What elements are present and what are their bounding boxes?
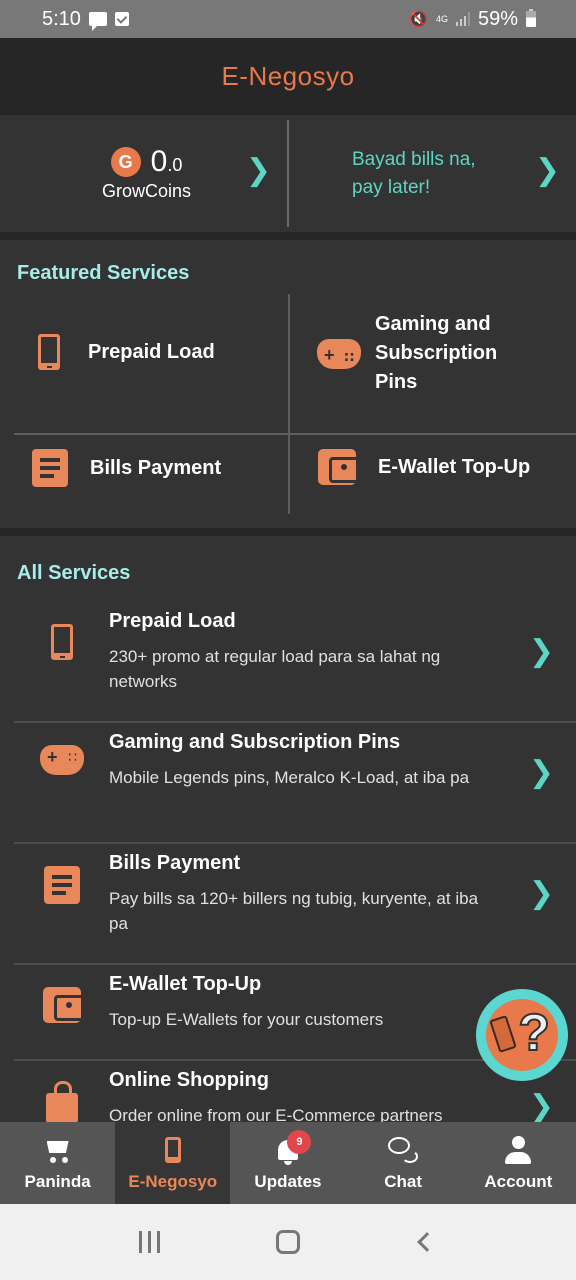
divider	[14, 433, 576, 435]
gamepad-icon	[40, 745, 84, 775]
featured-item-label: Bills Payment	[90, 456, 222, 479]
vibrate-mute-icon: 🔇	[409, 11, 428, 28]
service-item-prepaid-load[interactable]: Prepaid Load 230+ promo at regular load …	[14, 602, 576, 723]
battery-icon	[526, 9, 536, 27]
bottom-navigation: Paninda E-Negosyo 9 Updates Chat Account	[0, 1122, 576, 1204]
nav-tab-paninda[interactable]: Paninda	[0, 1122, 115, 1204]
phone-icon	[51, 624, 73, 660]
paylater-text: Bayad bills na, pay later!	[352, 148, 476, 198]
featured-grid: Prepaid Load Gaming and Subscription Pin…	[14, 294, 576, 514]
featured-item-label: Prepaid Load	[88, 340, 215, 363]
service-title: Prepaid Load	[109, 610, 236, 632]
shopping-bag-icon	[46, 1081, 78, 1122]
home-button[interactable]	[258, 1222, 318, 1262]
nav-tab-label: Updates	[254, 1172, 322, 1191]
message-notification-icon	[88, 12, 107, 31]
featured-item-gaming-pins[interactable]: Gaming and Subscription Pins	[317, 310, 497, 397]
featured-item-prepaid-load[interactable]: Prepaid Load	[38, 334, 215, 370]
nav-tab-updates[interactable]: 9 Updates	[230, 1122, 345, 1204]
featured-services: Featured Services Prepaid Load Gaming an…	[0, 240, 576, 528]
gamepad-icon	[317, 338, 361, 372]
all-services-title: All Services	[17, 562, 131, 584]
nav-tab-label: Paninda	[24, 1172, 91, 1191]
growcoin-icon: G	[110, 147, 141, 177]
service-title: Online Shopping	[109, 1069, 269, 1091]
nav-tab-chat[interactable]: Chat	[346, 1122, 461, 1204]
paylater-card[interactable]: Bayad bills na, pay later! ❯	[289, 115, 576, 232]
section-gap	[0, 232, 576, 240]
bills-icon	[44, 866, 80, 904]
network-type-icon: 4G	[435, 13, 448, 24]
chevron-right-icon[interactable]: ❯	[529, 876, 554, 911]
service-description: Top-up E-Wallets for your customers	[109, 1010, 384, 1029]
back-icon	[416, 1232, 437, 1252]
app-header: E-Negosyo	[0, 38, 576, 115]
phone-icon	[164, 1137, 181, 1163]
nav-tab-label: Account	[484, 1172, 553, 1191]
service-description: Mobile Legends pins, Meralco K-Load, at …	[109, 768, 470, 787]
featured-item-bills-payment[interactable]: Bills Payment	[32, 449, 221, 487]
divider	[288, 294, 290, 514]
recent-apps-icon	[138, 1231, 160, 1253]
recent-apps-button[interactable]	[119, 1222, 179, 1262]
chevron-right-icon[interactable]: ❯	[529, 1089, 554, 1122]
service-title: Gaming and Subscription Pins	[109, 731, 401, 753]
growcoins-card[interactable]: G 0.0 GrowCoins ❯	[0, 115, 287, 232]
help-question-icon: ?	[486, 999, 558, 1071]
featured-item-label: Gaming and Subscription Pins	[375, 313, 498, 393]
chevron-right-icon[interactable]: ❯	[529, 634, 554, 669]
service-title: Bills Payment	[109, 852, 241, 874]
coins-balance-integer: 0	[150, 145, 168, 178]
service-item-gaming-pins[interactable]: Gaming and Subscription Pins Mobile Lege…	[14, 723, 576, 844]
featured-services-title: Featured Services	[17, 262, 190, 284]
wallet-icon	[43, 987, 81, 1023]
chat-icon	[388, 1137, 419, 1163]
signal-strength-icon	[455, 12, 470, 26]
section-gap	[0, 528, 576, 536]
phone-icon	[38, 334, 60, 370]
chevron-right-icon[interactable]: ❯	[246, 153, 271, 188]
service-item-bills-payment[interactable]: Bills Payment Pay bills sa 120+ billers …	[14, 844, 576, 965]
notification-badge: 9	[287, 1130, 312, 1154]
nav-tab-label: Chat	[384, 1172, 423, 1191]
service-description: 230+ promo at regular load para sa lahat…	[109, 647, 441, 691]
back-button[interactable]	[397, 1222, 457, 1262]
service-description: Order online from our E-Commerce partner…	[109, 1106, 443, 1122]
chevron-right-icon[interactable]: ❯	[529, 755, 554, 790]
service-description: Pay bills sa 120+ billers ng tubig, kury…	[109, 889, 479, 933]
coins-label: GrowCoins	[102, 181, 192, 201]
bills-icon	[32, 449, 68, 487]
help-button[interactable]: ?	[476, 989, 568, 1081]
task-notification-icon	[114, 12, 129, 26]
service-title: E-Wallet Top-Up	[109, 973, 262, 995]
nav-tab-e-negosyo[interactable]: E-Negosyo	[115, 1122, 231, 1204]
promo-row: G 0.0 GrowCoins ❯ Bayad bills na, pay la…	[0, 115, 576, 232]
page-title: E-Negosyo	[221, 61, 355, 91]
nav-tab-account[interactable]: Account	[461, 1122, 576, 1204]
featured-item-ewallet-topup[interactable]: E-Wallet Top-Up	[318, 449, 530, 485]
cart-icon	[45, 1137, 71, 1163]
wallet-icon	[318, 449, 356, 485]
user-icon	[504, 1136, 532, 1164]
coins-balance-decimal: .0	[167, 155, 183, 175]
coins-balance: 0.0	[151, 145, 183, 179]
status-bar: 5:10 🔇 4G 59%	[0, 0, 576, 38]
nav-tab-label: E-Negosyo	[128, 1172, 218, 1191]
status-time: 5:10	[42, 7, 81, 30]
home-icon	[275, 1230, 300, 1254]
featured-item-label: E-Wallet Top-Up	[378, 455, 531, 478]
chevron-right-icon[interactable]: ❯	[535, 153, 560, 188]
system-navigation-bar	[0, 1204, 576, 1280]
battery-percent: 59%	[477, 7, 518, 30]
